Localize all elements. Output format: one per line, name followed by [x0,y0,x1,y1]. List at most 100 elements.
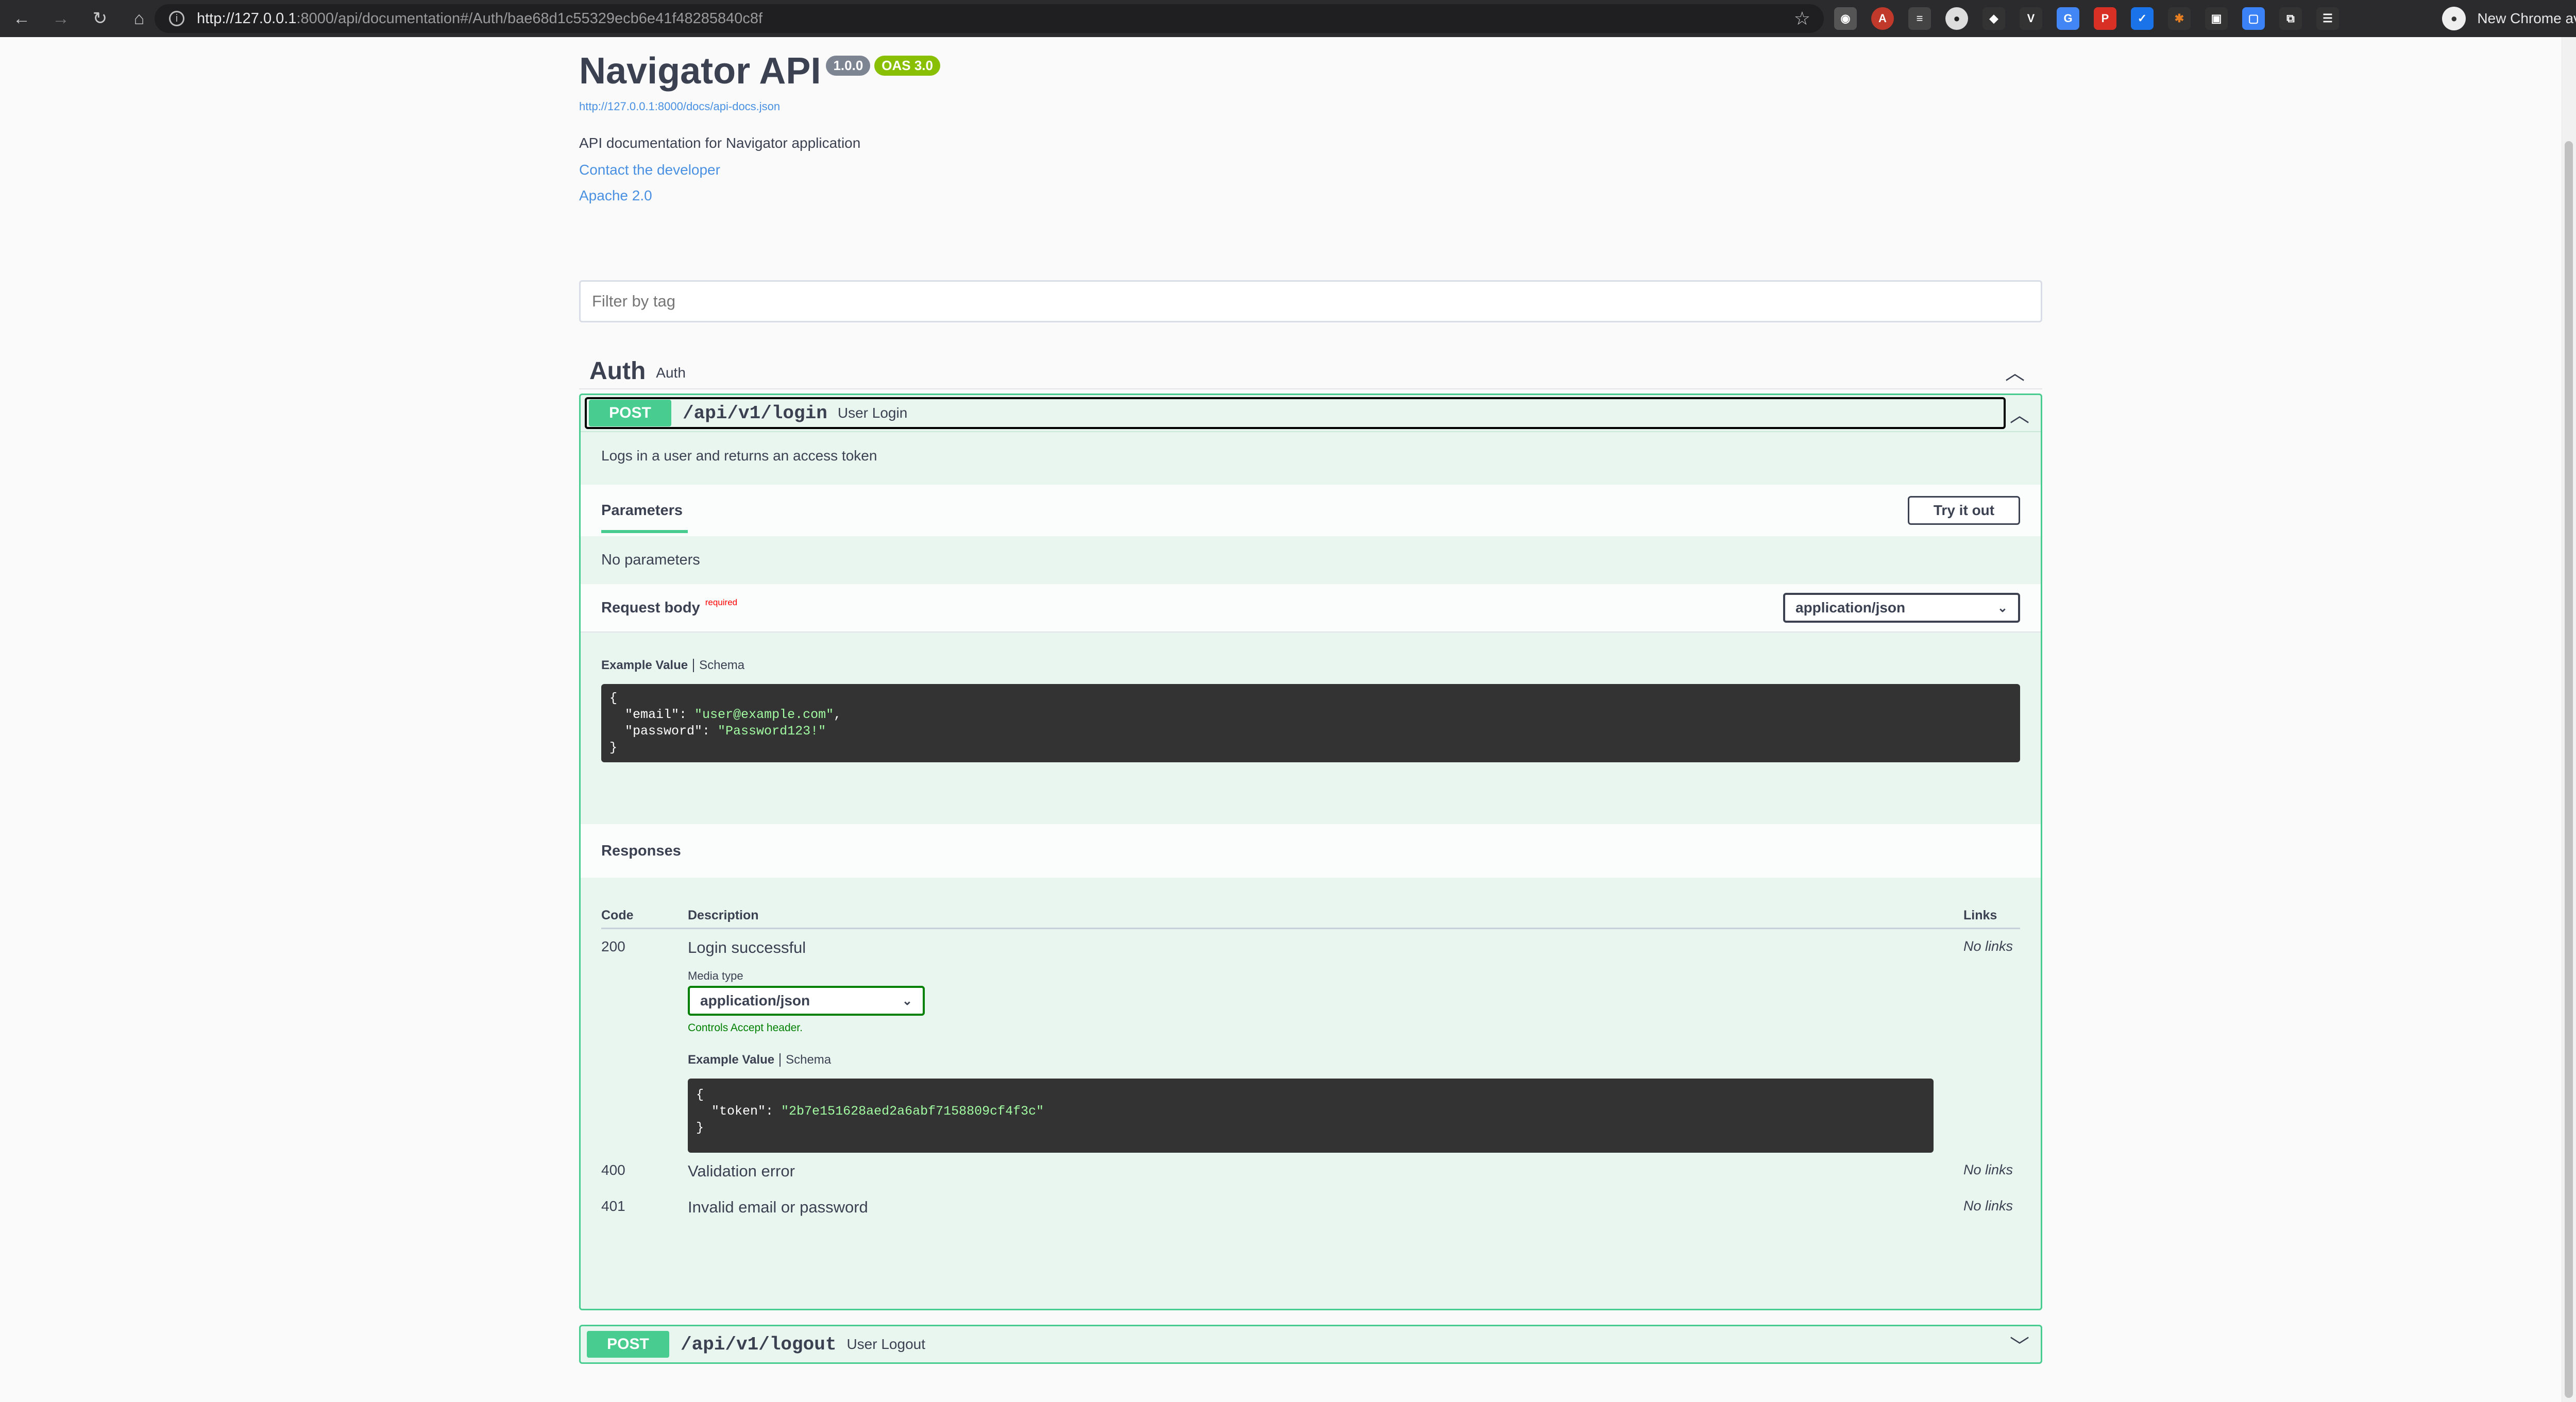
api-description: API documentation for Navigator applicat… [579,135,861,151]
home-icon[interactable]: ⌂ [129,9,149,29]
tab-parameters[interactable]: Parameters [601,485,688,536]
schema-tab[interactable]: Schema [786,1053,831,1067]
new-chrome-label: New Chrome available [2477,10,2576,26]
responses-header: Responses [581,824,2041,878]
chevron-up-icon[interactable]: ︿ [2010,399,2029,428]
translate-extension-icon[interactable]: G [2057,7,2079,30]
screen-extension-icon[interactable]: ▢ [2242,7,2265,30]
tab-divider [779,1053,781,1067]
col-links: Links [1963,908,1997,922]
chevron-down-icon: ⌄ [902,994,912,1008]
shield-extension-icon[interactable]: ◆ [1982,7,2005,30]
vue-extension-icon[interactable]: V [2020,7,2042,30]
table-row: 400 Validation error No links [601,1153,2020,1181]
response-description: Login successful [688,938,806,956]
response-links: No links [1963,938,2013,954]
extensions-bar: ◉ A ≡ ● ◆ V G P ✓ ✱ ▣ ▢ ⧉ ☰ [1834,7,2339,30]
required-marker: required [705,597,738,607]
bookmark-star-icon[interactable]: ☆ [1794,8,1810,29]
request-example-tabs: Example Value Schema [581,632,2041,673]
col-code: Code [601,908,634,922]
request-example-code: { "email": "user@example.com", "password… [601,684,2020,762]
no-parameters-text: No parameters [601,552,700,568]
chevron-down-icon: ⌄ [1997,601,2008,615]
responses-table: Code Description Links 200 Login success… [581,903,2041,1217]
filter-by-tag-input[interactable] [579,280,2042,322]
request-body-title: Request body [601,599,700,616]
response-example-tabs: Example Value Schema [688,1034,1963,1067]
select-value: application/json [1795,600,1906,615]
response-description-cell: Login successful Media type application/… [688,938,1963,1153]
new-chrome-button[interactable]: ● New Chrome available [2442,5,2576,32]
example-value-tab[interactable]: Example Value [688,1053,774,1067]
responses-table-header: Code Description Links [601,903,2020,929]
api-title: Navigator API [579,50,821,92]
endpoint-path: /api/v1/login [683,402,827,424]
address-bar[interactable]: i http://127.0.0.1:8000/api/documentatio… [155,4,1824,33]
reload-icon[interactable]: ↻ [90,8,110,29]
circle-extension-icon[interactable]: ● [1945,7,1968,30]
response-code: 401 [601,1198,625,1214]
opblock-summary-logout[interactable]: POST /api/v1/logout User Logout ﹀ [581,1326,2041,1362]
table-row: 200 Login successful Media type applicat… [601,929,2020,1153]
chevron-up-icon[interactable]: ︿ [2005,357,2025,385]
endpoint-summary: User Login [837,405,908,421]
response-description: Invalid email or password [688,1198,868,1216]
browser-toolbar: ← → ↻ ⌂ i http://127.0.0.1:8000/api/docu… [0,0,2576,37]
method-badge: POST [587,1331,669,1358]
response-links: No links [1963,1198,2013,1213]
opblock-summary-login[interactable]: POST /api/v1/login User Login ︿ [581,395,2041,431]
url-text: http://127.0.0.1:8000/api/documentation#… [197,10,763,27]
chevron-down-icon[interactable]: ﹀ [2010,1330,2029,1359]
opblock-login: POST /api/v1/login User Login ︿ Logs in … [579,394,2042,1310]
reading-list-icon[interactable]: ☰ [2316,7,2339,30]
endpoint-summary: User Logout [846,1336,925,1352]
image-extension-icon[interactable]: ▣ [2205,7,2228,30]
check-extension-icon[interactable]: ✓ [2131,7,2154,30]
camera-extension-icon[interactable]: ◉ [1834,7,1857,30]
info-title: Navigator API 1.0.0 OAS 3.0 [579,53,2042,90]
response-code: 400 [601,1162,625,1178]
response-code: 200 [601,938,625,954]
license-link[interactable]: Apache 2.0 [579,187,2042,204]
request-content-type-select[interactable]: application/json ⌄ [1783,593,2020,623]
operation-description: Logs in a user and returns an access tok… [581,431,2041,485]
opblock-logout: POST /api/v1/logout User Logout ﹀ [579,1325,2042,1364]
controls-accept-note: Controls Accept header. [688,1022,803,1034]
version-badge: 1.0.0 [826,56,871,76]
tag-section-auth[interactable]: Auth Auth ︿ [579,353,2042,389]
request-body-header: Request body required application/json ⌄ [581,584,2041,632]
star-extension-icon[interactable]: ✱ [2168,7,2191,30]
tab-divider [693,659,694,672]
forward-icon[interactable]: → [50,9,71,29]
adblock-extension-icon[interactable]: A [1871,7,1894,30]
media-type-label: Media type [688,969,743,982]
scrollbar-thumb[interactable] [2565,141,2573,1398]
contact-link[interactable]: Contact the developer [579,162,2042,178]
oas-badge: OAS 3.0 [874,56,940,76]
select-value: application/json [700,993,810,1008]
media-type-select[interactable]: application/json ⌄ [688,986,925,1016]
site-info-icon[interactable]: i [169,11,184,26]
tag-description: Auth [656,365,686,381]
schema-tab[interactable]: Schema [699,658,744,673]
back-icon[interactable]: ← [11,9,32,29]
pdf-extension-icon[interactable]: P [2094,7,2116,30]
list-extension-icon[interactable]: ≡ [1908,7,1931,30]
response-links: No links [1963,1162,2013,1177]
parameters-header: Parameters Try it out [581,485,2041,536]
response-example-code: { "token": "2b7e151628aed2a6abf7158809cf… [688,1079,1934,1153]
endpoint-path: /api/v1/logout [681,1333,837,1355]
puzzle-extension-icon[interactable]: ⧉ [2279,7,2302,30]
responses-title: Responses [601,842,681,859]
spec-url-link[interactable]: http://127.0.0.1:8000/docs/api-docs.json [579,100,2042,113]
tag-name: Auth [589,357,646,385]
method-badge: POST [589,400,671,426]
example-value-tab[interactable]: Example Value [601,658,688,673]
swagger-page: Navigator API 1.0.0 OAS 3.0 http://127.0… [579,37,2042,1364]
try-it-out-button[interactable]: Try it out [1908,496,2020,525]
col-description: Description [688,908,759,922]
response-description: Validation error [688,1162,795,1180]
table-row: 401 Invalid email or password No links [601,1181,2020,1217]
profile-avatar[interactable]: ● [2442,7,2466,30]
